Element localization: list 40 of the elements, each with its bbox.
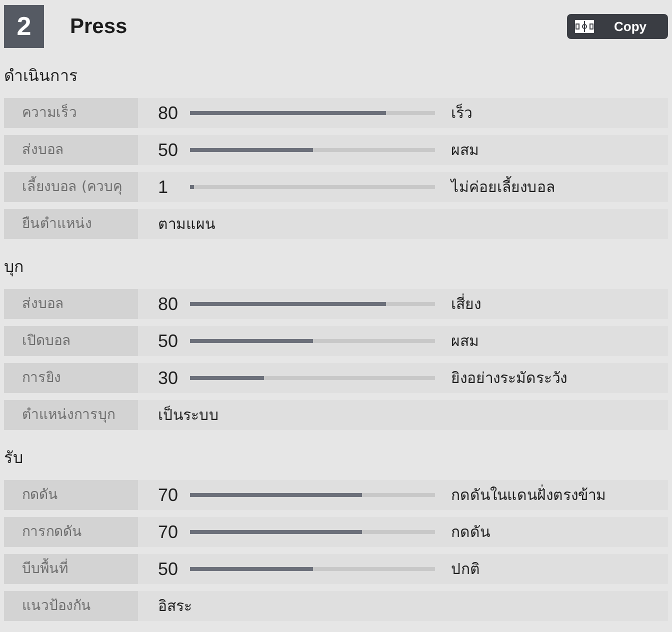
setting-label: ยืนตำแหน่ง <box>4 209 138 239</box>
setting-description: ผสม <box>451 140 479 161</box>
setting-value: ตามแผน <box>158 214 215 235</box>
setting-value: 50 <box>158 140 180 160</box>
section-title: รับ <box>4 447 24 469</box>
setting-value: เป็นระบบ <box>158 404 219 426</box>
setting-label: ส่งบอล <box>4 135 138 165</box>
setting-label: กดดัน <box>4 480 138 510</box>
copy-button[interactable]: Copy <box>567 14 668 39</box>
setting-label: แนวป้องกัน <box>4 591 138 621</box>
setting-label: บีบพื้นที่ <box>4 554 138 584</box>
setting-description: เร็ว <box>451 102 472 124</box>
setting-description: เสี่ยง <box>451 292 481 315</box>
setting-description: ยิงอย่างระมัดระวัง <box>451 368 567 389</box>
setting-label: ส่งบอล <box>4 289 138 319</box>
page-title: Press <box>70 14 128 38</box>
setting-value: 80 <box>158 294 180 314</box>
setting-label: ความเร็ว <box>4 98 138 128</box>
setting-value: 70 <box>158 522 180 542</box>
setting-value: 30 <box>158 368 180 388</box>
pitch-icon <box>575 20 594 33</box>
setting-label: เลี้ยงบอล (ควบคุ <box>4 172 138 202</box>
setting-value: 50 <box>158 330 180 352</box>
number-badge: 2 <box>4 5 44 48</box>
setting-label: การยิง <box>4 363 138 393</box>
setting-description: ไม่ค่อยเลี้ยงบอล <box>451 175 555 198</box>
setting-value: 50 <box>158 558 180 580</box>
setting-value: อิสระ <box>158 596 192 617</box>
setting-value: 80 <box>158 102 180 124</box>
setting-label: ตำแหน่งการบุก <box>4 400 138 430</box>
setting-description: ปกติ <box>451 559 480 580</box>
setting-description: ผสม <box>451 331 479 352</box>
section-title: บุก <box>4 256 25 278</box>
setting-label: เปิดบอล <box>4 326 138 356</box>
section-title: ดำเนินการ <box>4 65 79 87</box>
setting-value: 1 <box>158 176 170 198</box>
setting-description: กดดัน <box>451 522 490 543</box>
setting-label: การกดดัน <box>4 517 138 547</box>
setting-value: 70 <box>158 484 180 506</box>
setting-description: กดดันในแดนฝั่งตรงข้าม <box>451 484 606 506</box>
